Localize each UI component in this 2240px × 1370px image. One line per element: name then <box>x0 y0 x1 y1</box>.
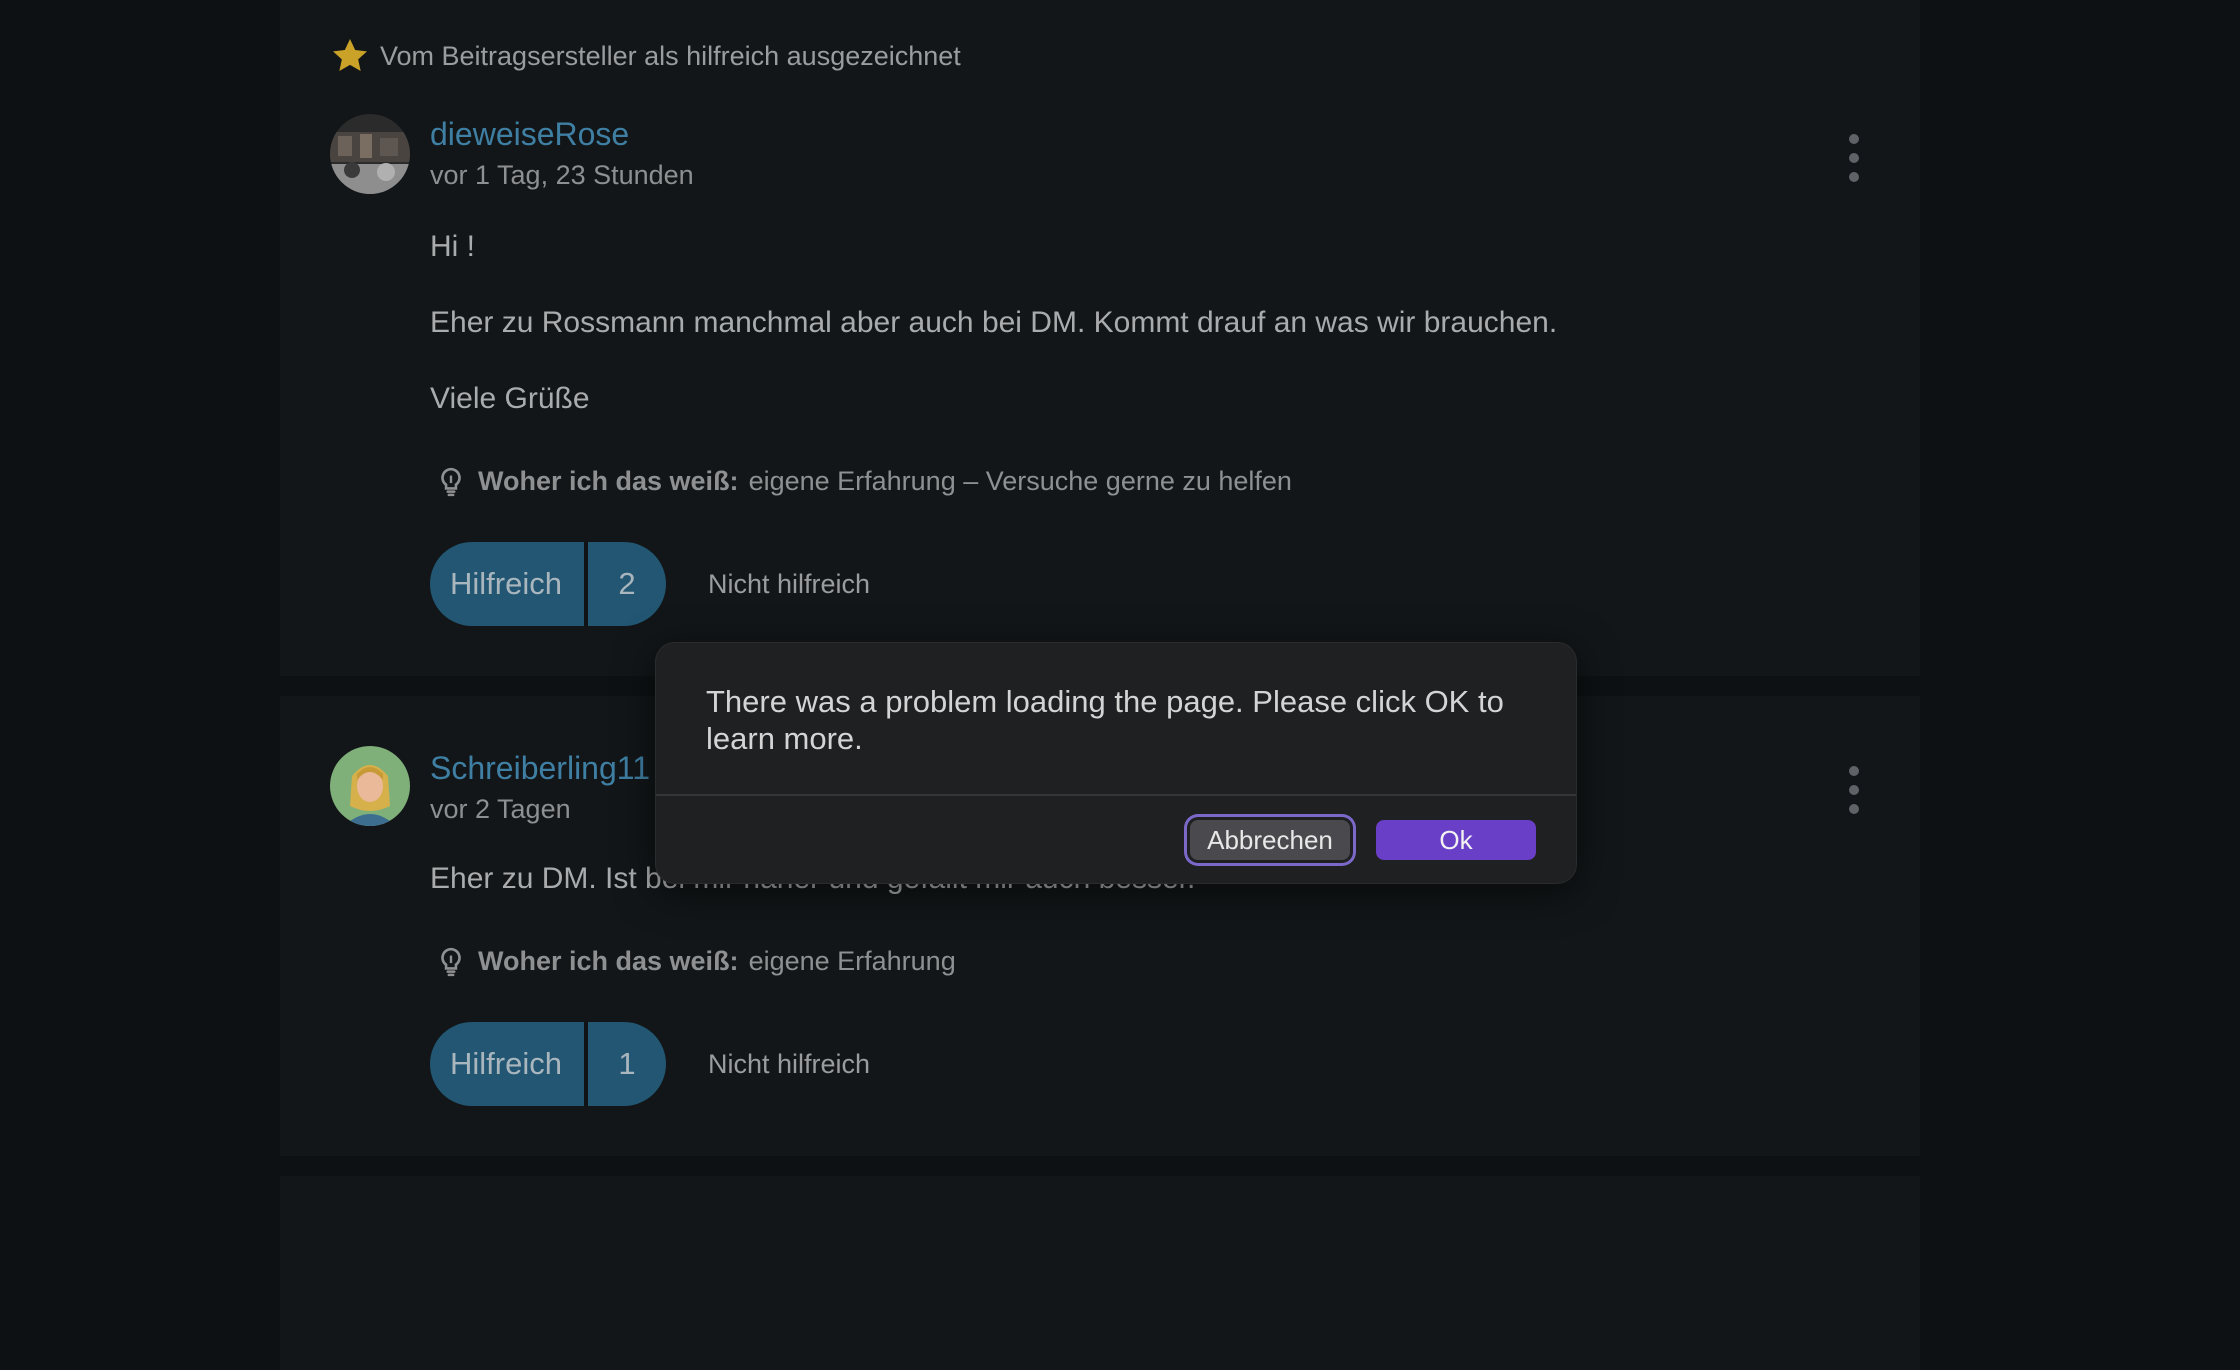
post-time: vor 2 Tagen <box>430 794 571 824</box>
error-dialog: There was a problem loading the page. Pl… <box>655 642 1577 884</box>
answer-text: Eher zu Rossmann manchmal aber auch bei … <box>430 306 1558 339</box>
vote-bar: Hilfreich 1 Nicht hilfreich <box>430 1022 870 1106</box>
more-options-icon[interactable] <box>1848 134 1860 182</box>
dialog-message: There was a problem loading the page. Pl… <box>706 684 1504 756</box>
ok-button[interactable]: Ok <box>1376 820 1536 860</box>
post-time: vor 1 Tag, 23 Stunden <box>430 160 694 190</box>
source-value: eigene Erfahrung <box>748 946 956 976</box>
source-info: Woher ich das weiß: eigene Erfahrung <box>430 946 956 977</box>
source-label: Woher ich das weiß: <box>478 466 739 496</box>
avatar[interactable] <box>330 114 410 194</box>
lightbulb-icon <box>441 467 461 496</box>
star-icon <box>333 39 367 71</box>
helpful-label: Hilfreich <box>450 1046 562 1081</box>
more-options-icon[interactable] <box>1848 766 1860 814</box>
not-helpful-button[interactable]: Nicht hilfreich <box>708 1049 870 1080</box>
helpful-flag: Vom Beitragsersteller als hilfreich ausg… <box>330 36 961 76</box>
not-helpful-button[interactable]: Nicht hilfreich <box>708 569 870 600</box>
author-name[interactable]: dieweiseRose <box>430 116 629 153</box>
helpful-label: Hilfreich <box>450 566 562 601</box>
source-value: eigene Erfahrung – Versuche gerne zu hel… <box>748 466 1292 496</box>
source-info: Woher ich das weiß: eigene Erfahrung – V… <box>430 466 1292 497</box>
avatar[interactable] <box>330 746 410 826</box>
answer-text: Hi ! <box>430 230 475 263</box>
lightbulb-icon <box>441 947 461 976</box>
author-name[interactable]: Schreiberling11 <box>430 750 650 787</box>
helpful-count: 1 <box>618 1046 636 1081</box>
helpful-flag-text: Vom Beitragsersteller als hilfreich ausg… <box>380 40 961 71</box>
answer-card: Vom Beitragsersteller als hilfreich ausg… <box>280 0 1920 676</box>
source-label: Woher ich das weiß: <box>478 946 739 976</box>
vote-bar: Hilfreich 2 Nicht hilfreich <box>430 542 870 626</box>
helpful-count: 2 <box>618 566 636 601</box>
helpful-button[interactable]: Hilfreich 2 <box>430 542 666 626</box>
dialog-divider <box>656 794 1576 796</box>
answer-text: Viele Grüße <box>430 382 590 415</box>
cancel-button[interactable]: Abbrechen <box>1190 820 1350 860</box>
answer-card <box>280 1176 1920 1370</box>
helpful-button[interactable]: Hilfreich 1 <box>430 1022 666 1106</box>
